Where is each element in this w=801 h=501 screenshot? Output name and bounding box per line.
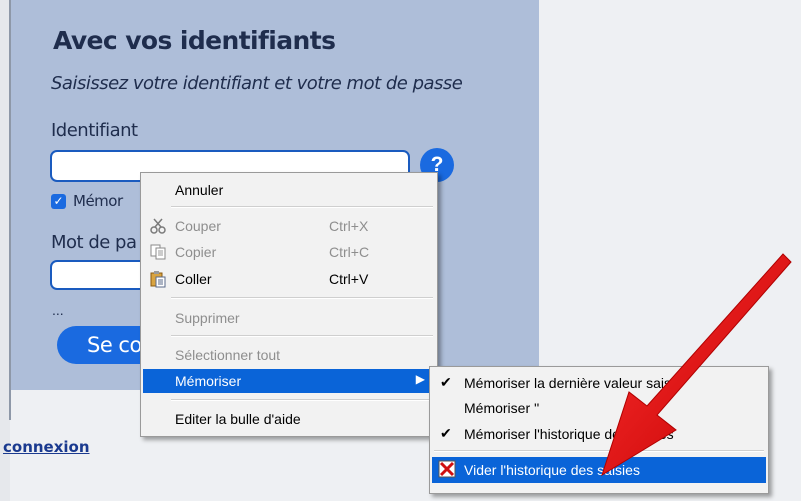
menu-item-label: Sélectionner tout bbox=[175, 347, 281, 363]
submenu-item-memoriser-empty[interactable]: Mémoriser '' bbox=[432, 396, 766, 420]
connexion-link[interactable]: connexion bbox=[3, 438, 90, 456]
menu-item-supprimer[interactable]: Supprimer bbox=[143, 306, 435, 330]
password-input[interactable] bbox=[50, 260, 150, 290]
copy-icon bbox=[149, 243, 167, 261]
menu-item-label: Mémoriser bbox=[175, 373, 242, 389]
check-icon: ✔ bbox=[440, 425, 452, 441]
menu-item-shortcut: Ctrl+C bbox=[329, 244, 370, 260]
panel-subtitle: Saisissez votre identifiant et votre mot… bbox=[51, 73, 463, 94]
submenu-item-label: Vider l'historique des saisies bbox=[464, 462, 640, 478]
menu-item-label: Couper bbox=[175, 218, 221, 234]
menu-item-shortcut: Ctrl+X bbox=[329, 218, 369, 234]
context-menu: Annuler Couper Ctrl+X Copier Ctrl+C Coll… bbox=[140, 172, 438, 437]
check-icon: ✔ bbox=[440, 374, 452, 390]
menu-separator bbox=[171, 297, 433, 299]
menu-item-select-all[interactable]: Sélectionner tout bbox=[143, 343, 435, 367]
menu-separator bbox=[171, 206, 433, 208]
menu-item-coller[interactable]: Coller Ctrl+V bbox=[143, 267, 435, 291]
submenu-item-label: Mémoriser '' bbox=[464, 400, 540, 416]
submenu-arrow-icon: ▶ bbox=[415, 372, 425, 386]
memoriser-submenu: ✔ Mémoriser la dernière valeur saisie Mé… bbox=[429, 366, 769, 494]
menu-item-label: Copier bbox=[175, 244, 217, 260]
menu-separator bbox=[434, 450, 764, 452]
scissors-icon bbox=[149, 217, 167, 235]
password-label: Mot de pa bbox=[51, 232, 137, 253]
menu-item-label: Annuler bbox=[175, 182, 224, 198]
submenu-item-clear-history[interactable]: Vider l'historique des saisies bbox=[432, 457, 766, 483]
menu-item-label: Editer la bulle d'aide bbox=[175, 411, 301, 427]
menu-item-couper[interactable]: Couper Ctrl+X bbox=[143, 214, 435, 238]
menu-separator bbox=[171, 335, 433, 337]
submenu-item-label: Mémoriser l'historique des saisies bbox=[464, 426, 674, 442]
menu-item-memoriser[interactable]: Mémoriser ▶ bbox=[143, 369, 435, 393]
menu-item-label: Coller bbox=[175, 271, 212, 287]
menu-item-label: Supprimer bbox=[175, 310, 240, 326]
menu-item-copier[interactable]: Copier Ctrl+C bbox=[143, 240, 435, 264]
menu-item-edit-tooltip[interactable]: Editer la bulle d'aide bbox=[143, 407, 435, 431]
menu-separator bbox=[171, 399, 433, 401]
paste-icon bbox=[149, 270, 167, 288]
panel-title: Avec vos identifiants bbox=[53, 26, 336, 55]
remember-label: Mémor bbox=[73, 192, 123, 210]
username-label: Identifiant bbox=[51, 120, 138, 141]
remember-checkbox[interactable]: ✓ bbox=[51, 194, 66, 209]
clear-history-icon bbox=[438, 460, 456, 478]
menu-item-annuler[interactable]: Annuler bbox=[143, 178, 435, 202]
submenu-item-history[interactable]: ✔ Mémoriser l'historique des saisies bbox=[432, 422, 766, 446]
submenu-item-label: Mémoriser la dernière valeur saisie bbox=[464, 375, 682, 391]
submenu-item-last-value[interactable]: ✔ Mémoriser la dernière valeur saisie bbox=[432, 371, 766, 395]
menu-item-shortcut: Ctrl+V bbox=[329, 271, 369, 287]
ellipsis-text: ... bbox=[52, 302, 64, 318]
